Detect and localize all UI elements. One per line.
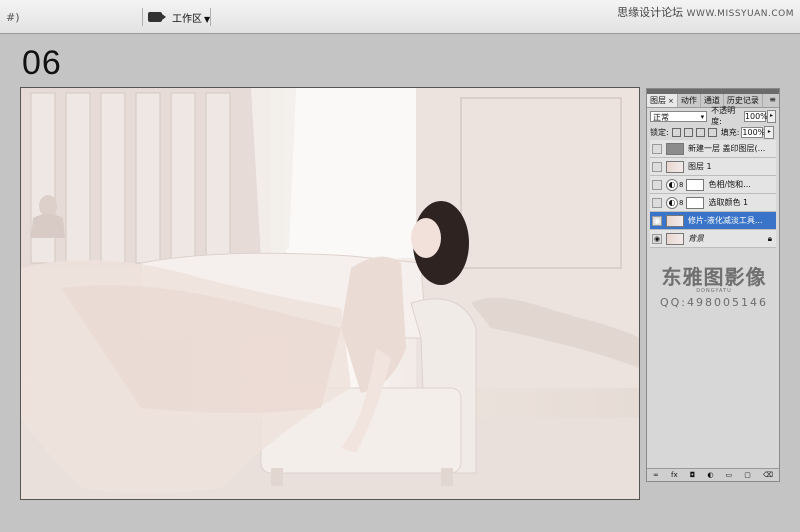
tab-actions[interactable]: 动作 <box>678 94 701 107</box>
layer-row[interactable]: 图层 1 <box>650 158 776 176</box>
layer-thumbnail <box>666 160 684 173</box>
workspace-dropdown[interactable]: 工作区 ▼ <box>172 10 210 25</box>
layer-name: 色相/饱和... <box>708 180 751 189</box>
lock-options <box>671 127 717 137</box>
watermark-title: 东雅图影像 <box>661 265 767 289</box>
visibility-toggle[interactable] <box>652 197 662 208</box>
new-layer-icon[interactable]: ▢ <box>744 471 751 479</box>
divider <box>142 8 143 26</box>
link-icon[interactable]: 8 <box>679 181 683 189</box>
site-watermark: 思缘设计论坛 WWW.MISSYUAN.COM <box>617 4 794 20</box>
layer-row-selected[interactable]: ◉ 修片-液化减淡工具... <box>650 212 776 230</box>
layers-list: 新建一层 盖印图层(... 图层 1 ◐ 8 色相/饱和... ◐ 8 选取颜色… <box>650 140 776 248</box>
step-number: 06 <box>22 44 62 82</box>
eye-icon[interactable]: ◉ <box>652 233 662 244</box>
lock-pixels-icon[interactable] <box>683 127 693 137</box>
tab-label: 历史记录 <box>726 96 759 105</box>
link-icon[interactable]: 8 <box>679 199 683 207</box>
tab-label: 动作 <box>680 96 697 105</box>
camera-icon[interactable] <box>148 12 166 22</box>
studio-watermark: 东雅图影像 DONGYATU QQ:498005146 <box>651 261 777 309</box>
workspace-label: 工作区 <box>172 14 202 25</box>
layer-name: 背景 <box>688 234 704 243</box>
opacity-slider-button[interactable]: ▸ <box>766 109 776 123</box>
lock-label: 锁定: <box>650 127 669 137</box>
tab-layers[interactable]: 图层 × <box>647 94 678 107</box>
divider <box>210 8 211 26</box>
tab-label: 图层 <box>650 96 666 105</box>
layer-thumbnail <box>666 232 684 245</box>
blend-mode-select[interactable]: 正常 <box>650 110 708 123</box>
photo-image <box>21 88 639 499</box>
visibility-toggle[interactable] <box>652 179 662 190</box>
layer-row[interactable]: ◐ 8 选取颜色 1 <box>650 194 776 212</box>
layer-name: 修片-液化减淡工具... <box>688 216 763 225</box>
layer-name: 新建一层 盖印图层(... <box>688 144 766 153</box>
mask-thumbnail[interactable] <box>686 178 705 191</box>
adjustment-icon: ◐ <box>666 196 678 209</box>
layer-row[interactable]: ◐ 8 色相/饱和... <box>650 176 776 194</box>
close-icon[interactable]: × <box>668 97 674 105</box>
fx-icon[interactable]: fx <box>671 471 678 479</box>
mask-thumbnail[interactable] <box>686 196 705 209</box>
adjustment-icon: ◐ <box>666 178 678 191</box>
layer-row[interactable]: ◉ 背景 🔒︎ <box>650 230 776 248</box>
panel-footer: ∞ fx ◘ ◐ ▭ ▢ ⌫ <box>647 468 779 481</box>
visibility-toggle[interactable] <box>652 161 662 172</box>
lock-all-icon[interactable] <box>707 127 717 137</box>
fill-label: 填充: <box>720 127 740 137</box>
site-url: WWW.MISSYUAN.COM <box>686 9 794 19</box>
opacity-field[interactable]: 100% <box>743 110 768 122</box>
blend-row: 正常 不透明度: 100% ▸ <box>647 106 779 126</box>
site-name: 思缘设计论坛 <box>617 6 684 19</box>
lock-transparency-icon[interactable] <box>671 127 681 137</box>
layer-thumbnail <box>666 214 684 227</box>
options-bar: #) 工作区 ▼ 思缘设计论坛 WWW.MISSYUAN.COM <box>0 0 800 34</box>
layer-name: 选取颜色 1 <box>708 198 749 207</box>
layer-name: 图层 1 <box>688 162 712 171</box>
panel-menu-icon[interactable]: ≡ <box>769 95 776 104</box>
fill-field[interactable]: 100% <box>741 126 765 138</box>
tab-label: 通道 <box>703 96 720 105</box>
layer-thumbnail <box>666 142 684 155</box>
tool-preset-icon[interactable]: #) <box>6 11 20 24</box>
trash-icon[interactable]: ⌫ <box>763 471 773 479</box>
lock-row: 锁定: 填充: 100% ▸ <box>647 124 779 140</box>
link-icon[interactable]: ∞ <box>653 471 659 479</box>
adjustment-icon[interactable]: ◐ <box>707 471 713 479</box>
mask-icon[interactable]: ◘ <box>690 471 696 479</box>
fill-slider-button[interactable]: ▸ <box>764 125 775 139</box>
group-icon[interactable]: ▭ <box>726 471 733 479</box>
layers-panel: 图层× 动作 通道 历史记录 ≡ 正常 不透明度: 100% ▸ 锁定: 填充:… <box>646 88 780 482</box>
document-canvas[interactable] <box>20 87 640 500</box>
watermark-qq: QQ:498005146 <box>659 296 768 309</box>
lock-icon: 🔒︎ <box>767 233 772 243</box>
layer-row[interactable]: 新建一层 盖印图层(... <box>650 140 776 158</box>
visibility-toggle[interactable] <box>652 143 662 154</box>
eye-icon[interactable]: ◉ <box>652 215 662 226</box>
lock-position-icon[interactable] <box>695 127 705 137</box>
